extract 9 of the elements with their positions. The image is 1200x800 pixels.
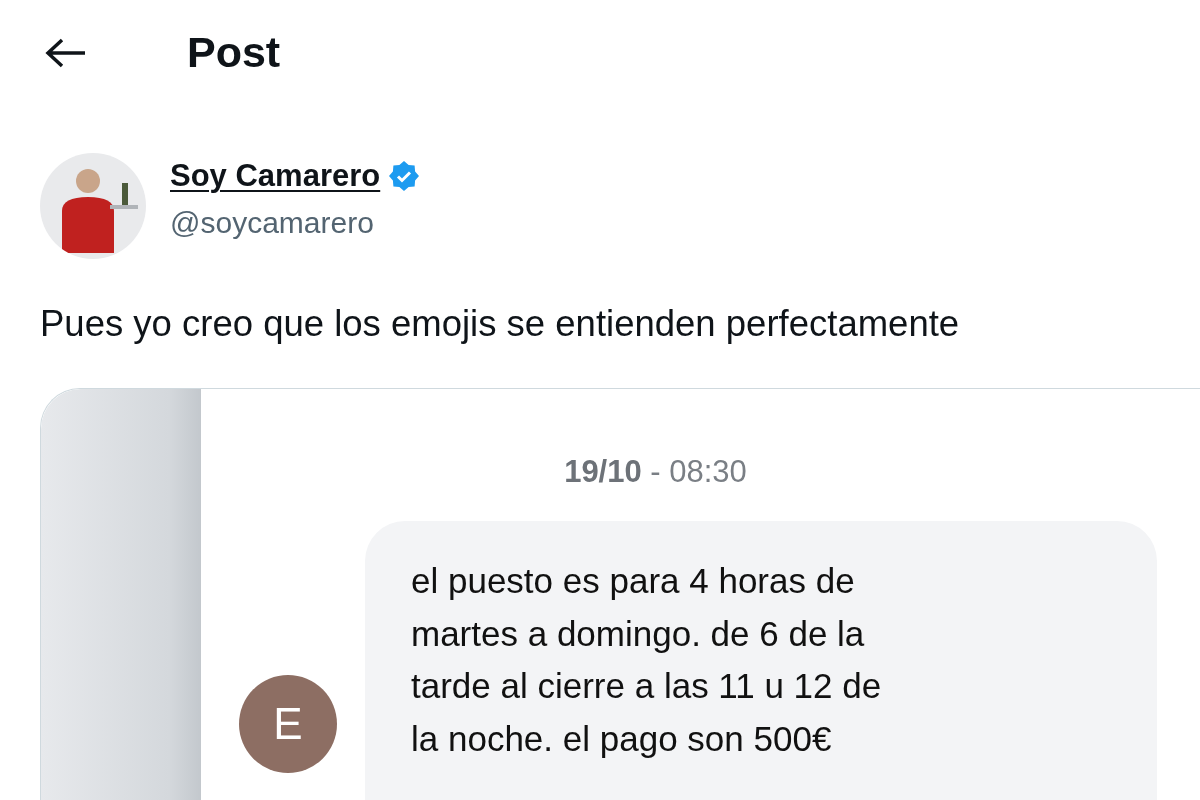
message-bubble: el puesto es para 4 horas de martes a domingo. de 6 de la tarde al cierre a las 11 u 12 de la noche. el pago son 500€ [365,521,1157,800]
author-handle[interactable]: @soycamarero [170,199,421,245]
post-text: Pues yo creo que los emojis se entienden perfectamente [40,302,961,346]
attached-image[interactable]: 19/10 - 08:30 E el puesto es para 4 horas de martes a domingo. de 6 de la tarde al cierre a las 11 u 12 de la noche. el pago son 500€ [40,387,1200,800]
page-title: Post [187,27,281,79]
sender-avatar: E [239,675,337,774]
author-name[interactable]: Soy Camarero [170,153,381,200]
back-arrow-icon[interactable] [45,37,87,68]
message-timestamp: 19/10 - 08:30 [563,452,748,491]
